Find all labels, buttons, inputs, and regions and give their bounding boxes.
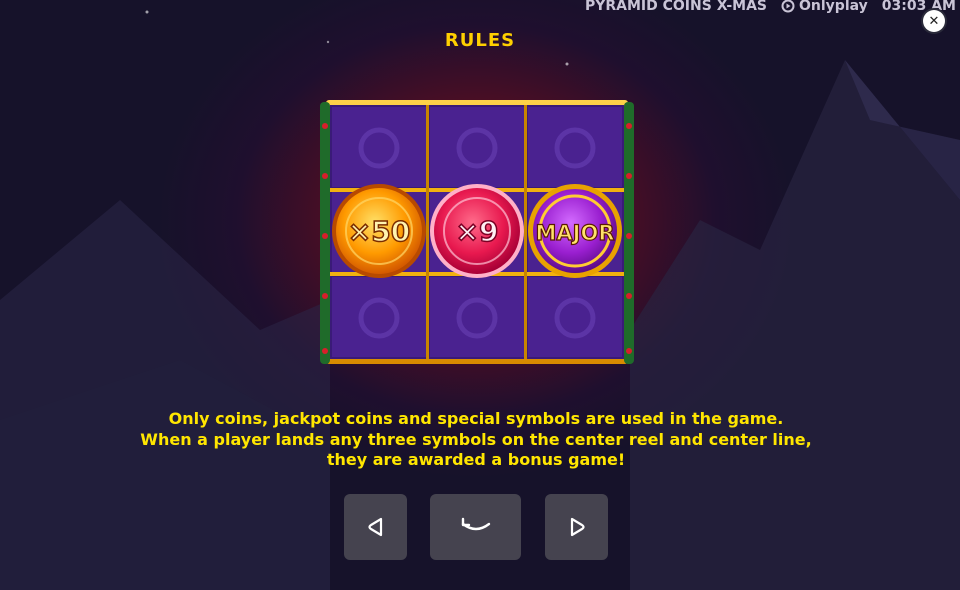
close-button[interactable]: ✕	[923, 10, 945, 32]
clock: 03:03 AM	[881, 0, 956, 14]
coin-x9-label: ×9	[456, 215, 499, 248]
previous-page-button[interactable]	[344, 494, 407, 560]
description-line-3: they are awarded a bonus game!	[326, 450, 626, 469]
rules-title: RULES	[444, 30, 516, 51]
description-line-1: Only coins, jackpot coins and special sy…	[168, 409, 784, 428]
brand-name: Onlyplay	[799, 0, 868, 14]
arrow-right-icon	[570, 517, 585, 537]
next-page-button[interactable]	[545, 494, 608, 560]
coin-x50: ×50	[332, 184, 426, 278]
return-button[interactable]	[430, 494, 521, 560]
description-line-2: When a player lands any three symbols on…	[140, 429, 812, 449]
top-status-bar: PYRAMID COINS X-MAS Onlyplay 03:03 AM	[585, 0, 956, 16]
onlyplay-icon	[781, 0, 795, 13]
rules-description: Only coins, jackpot coins and special sy…	[120, 409, 832, 471]
brand-logo: Onlyplay	[781, 0, 868, 14]
coin-major-label: MAJOR	[536, 221, 615, 245]
game-title: PYRAMID COINS X-MAS	[584, 0, 768, 14]
coin-x9: ×9	[430, 184, 524, 278]
coin-major: MAJOR	[528, 184, 622, 278]
return-icon	[461, 517, 490, 531]
close-icon: ✕	[928, 13, 940, 29]
slot-board: ×50 ×9 MAJOR	[320, 100, 634, 364]
arrow-left-icon	[367, 517, 382, 537]
coin-x50-label: ×50	[348, 215, 410, 248]
